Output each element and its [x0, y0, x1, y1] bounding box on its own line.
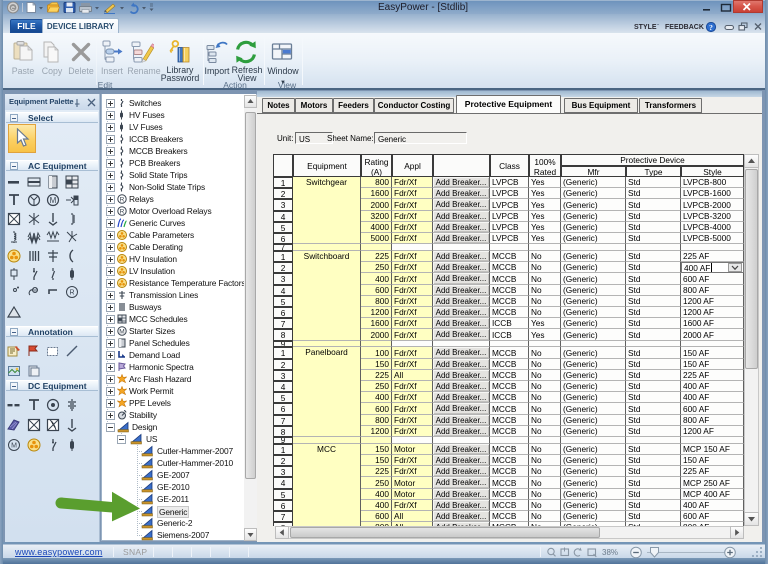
svg-text:R: R	[120, 196, 125, 203]
svg-text:R: R	[120, 208, 125, 215]
svg-text:M: M	[11, 443, 17, 450]
svg-text:M: M	[33, 288, 37, 294]
svg-text:R: R	[69, 290, 74, 297]
svg-text:M: M	[119, 328, 124, 335]
svg-text:?: ?	[709, 23, 713, 32]
svg-text:M: M	[50, 196, 57, 205]
svg-text:e: e	[11, 5, 15, 12]
